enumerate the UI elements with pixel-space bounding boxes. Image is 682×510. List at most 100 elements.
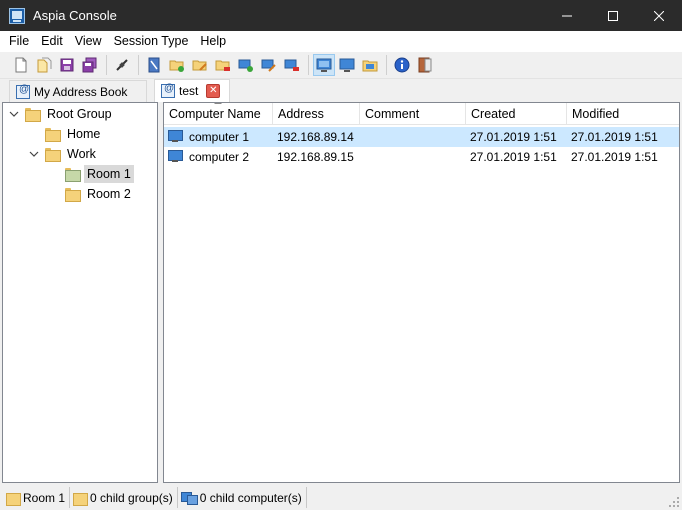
column-address[interactable]: Address — [273, 103, 360, 125]
maximize-icon — [608, 10, 618, 21]
tree-item-label: Home — [67, 127, 101, 141]
column-modified[interactable]: Modified — [567, 103, 679, 125]
folder-icon — [6, 491, 21, 506]
table-header: Computer Name Address Comment Created Mo… — [164, 103, 679, 125]
add-folder-icon — [169, 60, 184, 72]
column-created[interactable]: Created — [466, 103, 567, 125]
save-all-button[interactable] — [79, 54, 101, 76]
save-icon — [60, 58, 74, 72]
column-label: Address — [278, 107, 324, 121]
toolbar-separator — [308, 55, 309, 75]
delete-computer-button[interactable] — [281, 54, 303, 76]
cell-address: 192.168.89.15 — [277, 150, 354, 164]
close-button[interactable] — [636, 0, 682, 31]
file-transfer-button[interactable] — [359, 54, 381, 76]
chevron-down-icon — [29, 151, 39, 157]
add-group-button[interactable] — [166, 54, 188, 76]
status-child-groups: 0 child group(s) — [70, 487, 178, 508]
save-button[interactable] — [56, 54, 78, 76]
save-all-icon — [82, 57, 97, 73]
chevron-down-icon — [9, 111, 19, 117]
plug-icon — [116, 59, 128, 71]
edit-computer-button[interactable] — [258, 54, 280, 76]
tab-close-icon[interactable]: ✕ — [206, 84, 221, 98]
menu-session-type[interactable]: Session Type — [108, 31, 195, 52]
folder-icon — [44, 126, 61, 142]
delete-group-button[interactable] — [212, 54, 234, 76]
edit-group-button[interactable] — [189, 54, 211, 76]
tab-test[interactable]: test ✕ — [154, 79, 230, 102]
column-computer-name[interactable]: Computer Name — [164, 103, 273, 125]
tree-item-room-1[interactable]: Room 1 — [64, 164, 134, 184]
info-icon — [394, 57, 410, 73]
folder-icon — [24, 106, 41, 122]
column-comment[interactable]: Comment — [360, 103, 466, 125]
app-icon — [9, 7, 25, 24]
menu-bar: File Edit View Session Type Help — [0, 31, 682, 52]
tree-item-label: Root Group — [47, 107, 112, 121]
connect-button[interactable] — [111, 54, 133, 76]
tree-item-label: Work — [67, 147, 96, 161]
status-current-group: Room 1 — [3, 487, 71, 508]
cell-created: 27.01.2019 1:51 — [470, 130, 557, 144]
file-transfer-icon — [362, 60, 378, 72]
computers-icon — [180, 491, 198, 505]
new-button[interactable] — [10, 54, 32, 76]
open-document-icon — [37, 57, 52, 73]
cell-computer-name: computer 2 — [164, 147, 273, 167]
tree-item-room-2[interactable]: Room 2 — [64, 184, 134, 204]
address-book-icon — [148, 57, 160, 73]
about-button[interactable] — [391, 54, 413, 76]
cell-modified: 27.01.2019 1:51 — [571, 130, 658, 144]
status-group-label: Room 1 — [23, 490, 66, 505]
folder-icon — [73, 491, 89, 506]
edit-folder-icon — [192, 60, 207, 71]
edit-computer-icon — [261, 59, 276, 72]
menu-view[interactable]: View — [69, 31, 108, 52]
folder-icon — [44, 146, 61, 162]
toolbar-separator — [138, 55, 139, 75]
tree-item-home[interactable]: Home — [44, 124, 103, 144]
group-tree[interactable]: Root Group Home Work Room 1 Room 2 — [2, 102, 158, 483]
menu-edit[interactable]: Edit — [35, 31, 69, 52]
tab-my-address-book[interactable]: My Address Book — [9, 80, 147, 102]
delete-folder-icon — [215, 60, 230, 71]
minimize-button[interactable] — [544, 0, 590, 31]
exit-button[interactable] — [414, 54, 436, 76]
title-bar: Aspia Console — [0, 0, 682, 31]
new-document-icon — [15, 57, 27, 73]
tree-item-work[interactable]: Work — [28, 144, 99, 164]
desktop-manage-icon — [316, 58, 332, 72]
table-row[interactable]: computer 1 192.168.89.14 27.01.2019 1:51… — [164, 127, 679, 147]
status-bar: Room 1 0 child group(s) 0 child computer… — [0, 485, 682, 510]
column-label: Comment — [365, 107, 420, 121]
tree-item-label: Room 1 — [84, 165, 134, 183]
tree-item-root-group[interactable]: Root Group — [8, 104, 115, 124]
menu-file[interactable]: File — [3, 31, 35, 52]
maximize-button[interactable] — [590, 0, 636, 31]
address-book-icon — [16, 84, 30, 99]
address-book-properties-button[interactable] — [143, 54, 165, 76]
table-row[interactable]: computer 2 192.168.89.15 27.01.2019 1:51… — [164, 147, 679, 167]
computer-icon — [168, 150, 184, 164]
folder-icon — [64, 186, 81, 202]
add-computer-button[interactable] — [235, 54, 257, 76]
desktop-view-button[interactable] — [336, 54, 358, 76]
exit-door-icon — [418, 57, 432, 73]
computer-list[interactable]: Computer Name Address Comment Created Mo… — [163, 102, 680, 483]
menu-help[interactable]: Help — [194, 31, 232, 52]
column-label: Created — [471, 107, 516, 121]
desktop-manage-button[interactable] — [313, 54, 335, 76]
address-book-icon — [161, 83, 175, 98]
toolbar-separator — [106, 55, 107, 75]
close-icon — [654, 10, 664, 21]
column-label: Computer Name — [169, 107, 261, 121]
cell-created: 27.01.2019 1:51 — [470, 150, 557, 164]
computer-name: computer 2 — [189, 150, 250, 164]
computer-icon — [168, 130, 184, 144]
tree-item-label: Room 2 — [87, 187, 131, 201]
tab-bar: My Address Book test ✕ — [0, 79, 682, 102]
status-child-groups-label: 0 child group(s) — [90, 490, 173, 505]
resize-grip-icon[interactable] — [668, 496, 680, 508]
open-button[interactable] — [33, 54, 55, 76]
